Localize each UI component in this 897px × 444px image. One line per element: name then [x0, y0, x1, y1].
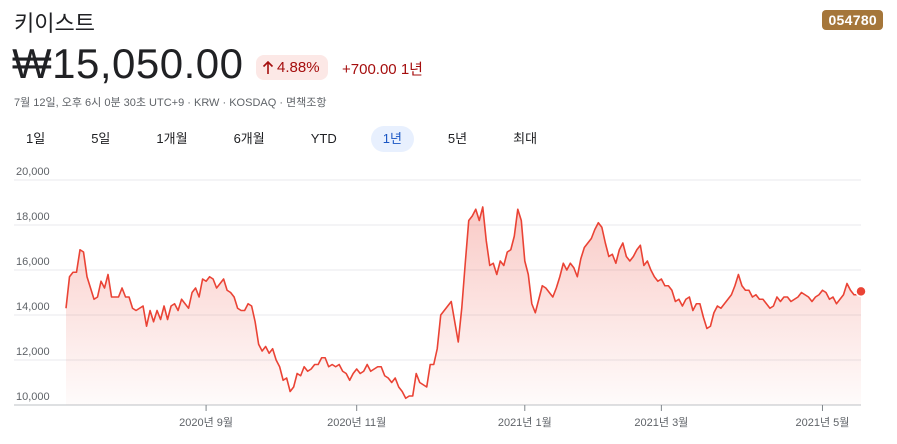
tab-1y[interactable]: 1년: [370, 126, 414, 152]
percent-change-value: 4.88%: [277, 59, 320, 76]
x-tick-label: 2021년 3월: [634, 416, 688, 429]
y-tick-label: 14,000: [16, 301, 50, 313]
price-chart[interactable]: 20,000 18,000 16,000 14,000 12,000 10,000 202…: [0, 160, 897, 444]
absolute-change-value: +700.00: [342, 61, 397, 78]
ticker-badge[interactable]: 054780: [822, 10, 883, 30]
range-tabs: 1일 5일 1개월 6개월 YTD 1년 5년 최대: [14, 126, 571, 152]
tab-5d[interactable]: 5일: [79, 126, 122, 152]
stock-name: 키이스트: [14, 12, 95, 37]
tab-6m[interactable]: 6개월: [222, 126, 277, 152]
x-tick-label: 2021년 5월: [796, 416, 850, 429]
y-tick-label: 20,000: [16, 166, 50, 178]
y-tick-label: 18,000: [16, 211, 50, 223]
tab-ytd[interactable]: YTD: [299, 126, 349, 152]
x-tick-label: 2020년 11월: [327, 416, 386, 429]
absolute-change: +700.00 1년: [342, 58, 423, 79]
price-area: [66, 207, 861, 405]
tab-1d[interactable]: 1일: [14, 126, 57, 152]
x-axis: 2020년 9월 2020년 11월 2021년 1월 2021년 3월 2021년 5…: [179, 405, 850, 429]
change-period: 1년: [400, 61, 423, 78]
percent-change-badge: 4.88%: [256, 55, 328, 80]
y-axis-labels: 20,000 18,000 16,000 14,000 12,000 10,000: [16, 166, 50, 403]
x-tick-label: 2021년 1월: [498, 416, 552, 429]
quote-meta: 7월 12일, 오후 6시 0분 30초 UTC+9 · KRW · KOSDA…: [14, 97, 327, 109]
y-tick-label: 12,000: [16, 346, 50, 358]
last-price-marker: [855, 285, 867, 298]
y-tick-label: 10,000: [16, 391, 50, 403]
tab-5y[interactable]: 5년: [436, 126, 479, 152]
y-tick-label: 16,000: [16, 256, 50, 268]
x-tick-label: 2020년 9월: [179, 416, 233, 429]
tab-1m[interactable]: 1개월: [144, 126, 199, 152]
current-price: ₩15,050.00: [12, 40, 244, 87]
arrow-up-icon: [262, 60, 274, 74]
tab-max[interactable]: 최대: [501, 126, 549, 152]
